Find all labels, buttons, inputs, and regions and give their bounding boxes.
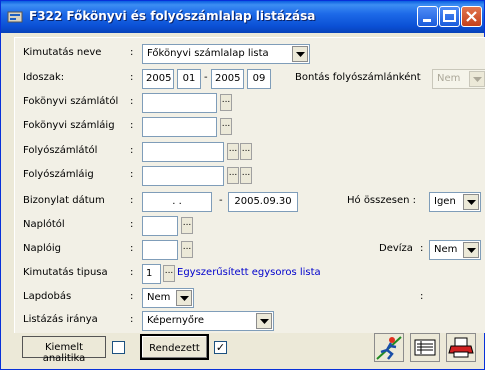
- close-icon: [466, 11, 477, 22]
- bottom-toolbar: Kiemelt analitika Rendezett ✓: [4, 330, 481, 367]
- chevron-down-icon[interactable]: [176, 290, 192, 306]
- listazas-select[interactable]: Képernyőre: [142, 311, 274, 331]
- tipus-lookup-button[interactable]: ...: [163, 265, 175, 282]
- folyo-tol-label: Folyószámlától: [23, 145, 98, 156]
- idoszak-to-year[interactable]: 2005: [211, 69, 244, 89]
- naplotol-input[interactable]: [142, 216, 178, 236]
- minimize-button[interactable]: [417, 6, 438, 27]
- kiemelt-analitika-checkbox[interactable]: [112, 341, 125, 354]
- lapdobas-select[interactable]: Nem: [142, 288, 194, 308]
- deviza-label: Devíza: [379, 243, 413, 254]
- folyo-ig-label: Folyószámláig: [23, 169, 94, 180]
- fokonyvi-ig-lookup-button[interactable]: ...: [220, 118, 232, 135]
- bizonylat-label: Bizonylat dátum: [23, 195, 105, 206]
- ho-osszesen-label: Hó összesen :: [347, 195, 417, 206]
- bizonylat-separator: -: [219, 195, 223, 206]
- colon: :: [130, 291, 134, 302]
- bontas-value: Nem: [437, 73, 461, 84]
- lapdobas-label: Lapdobás: [23, 291, 72, 302]
- bontas-label: Bontás folyószámlánként: [295, 72, 421, 83]
- folyo-tol-input[interactable]: [142, 142, 224, 162]
- colon: :: [420, 291, 424, 302]
- chevron-down-icon[interactable]: [256, 313, 272, 329]
- kimutatas-neve-value: Főkönyvi számlalap lista: [147, 48, 269, 59]
- idoszak-to-month[interactable]: 09: [247, 69, 271, 89]
- chevron-down-icon[interactable]: [463, 194, 479, 210]
- folyo-tol-lookup-button[interactable]: ...: [227, 143, 239, 160]
- listazas-value: Képernyőre: [147, 315, 205, 326]
- idoszak-from-year[interactable]: 2005: [142, 69, 174, 89]
- fokonyvi-tol-lookup-button[interactable]: ...: [220, 94, 232, 111]
- colon: :: [130, 314, 134, 325]
- colon: :: [420, 243, 424, 254]
- idoszak-from-month[interactable]: 01: [177, 69, 201, 89]
- colon: :: [130, 169, 134, 180]
- close-button[interactable]: [461, 6, 482, 27]
- maximize-button[interactable]: [439, 6, 460, 27]
- idoszak-separator: -: [204, 72, 208, 83]
- tipus-description: Egyszerűsített egysoros lista: [177, 267, 321, 278]
- bizonylat-to-input[interactable]: 2005.09.30: [228, 192, 298, 212]
- naplotol-lookup-button[interactable]: ...: [181, 217, 193, 234]
- naplotol-label: Naplótól: [23, 219, 65, 230]
- deviza-select[interactable]: Nem: [429, 240, 481, 260]
- naploig-label: Naplóig: [23, 243, 61, 254]
- kimutatas-neve-label: Kimutatás neve: [23, 47, 102, 58]
- app-icon: [7, 11, 23, 23]
- fokonyvi-tol-input[interactable]: [142, 93, 217, 113]
- folyo-ig-input[interactable]: [142, 166, 224, 186]
- listazas-label: Listázás iránya: [23, 314, 98, 325]
- print-button[interactable]: [446, 333, 476, 362]
- kiemelt-analitika-button[interactable]: Kiemelt analitika: [22, 336, 106, 364]
- window-title: F322 Főkönyvi és folyószámlalap listázás…: [29, 9, 316, 23]
- runner-icon: [376, 336, 402, 360]
- deviza-value: Nem: [434, 244, 458, 255]
- bizonylat-from-input[interactable]: . .: [142, 192, 212, 212]
- maximize-icon: [443, 10, 456, 22]
- lapdobas-value: Nem: [147, 292, 171, 303]
- colon: :: [130, 243, 134, 254]
- folyo-tol-lookup2-button[interactable]: ...: [240, 143, 252, 160]
- colon: :: [130, 145, 134, 156]
- ho-osszesen-select[interactable]: Igen: [429, 192, 481, 212]
- colon: :: [130, 47, 134, 58]
- kimutatas-neve-select[interactable]: Főkönyvi számlalap lista: [142, 44, 310, 64]
- run-button[interactable]: [374, 333, 404, 362]
- form-panel: Kimutatás neve : Főkönyvi számlalap list…: [14, 37, 485, 333]
- fokonyvi-ig-input[interactable]: [142, 117, 217, 137]
- folyo-ig-lookup2-button[interactable]: ...: [240, 167, 252, 184]
- chevron-down-icon[interactable]: [292, 46, 308, 62]
- rendezett-checkbox[interactable]: ✓: [214, 341, 227, 354]
- colon: :: [130, 72, 134, 83]
- colon: :: [130, 219, 134, 230]
- naploig-input[interactable]: [142, 240, 178, 260]
- naploig-lookup-button[interactable]: ...: [181, 241, 193, 258]
- list-view-button[interactable]: [410, 333, 440, 362]
- colon: :: [130, 267, 134, 278]
- tipus-label: Kimutatás tipusa: [23, 267, 108, 278]
- colon: :: [130, 120, 134, 131]
- minimize-icon: [423, 19, 431, 22]
- table-icon: [414, 339, 436, 356]
- bontas-select: Nem: [432, 69, 485, 89]
- idoszak-label: Idoszak:: [23, 72, 65, 83]
- fokonyvi-ig-label: Fokönyvi számláig: [23, 120, 115, 131]
- client-area: Kimutatás neve : Főkönyvi számlalap list…: [4, 33, 485, 367]
- main-window: F322 Főkönyvi és folyószámlalap listázás…: [0, 0, 485, 370]
- tipus-input[interactable]: 1: [142, 264, 161, 284]
- folyo-ig-lookup-button[interactable]: ...: [227, 167, 239, 184]
- chevron-down-icon[interactable]: [463, 242, 479, 258]
- rendezett-button[interactable]: Rendezett: [140, 334, 209, 360]
- colon: :: [130, 96, 134, 107]
- fokonyvi-tol-label: Fokönyvi számlától: [23, 96, 119, 107]
- printer-icon: [448, 337, 474, 358]
- colon: :: [130, 195, 134, 206]
- chevron-down-icon: [469, 71, 485, 87]
- ho-osszesen-value: Igen: [434, 196, 456, 207]
- title-bar[interactable]: F322 Főkönyvi és folyószámlalap listázás…: [1, 1, 484, 33]
